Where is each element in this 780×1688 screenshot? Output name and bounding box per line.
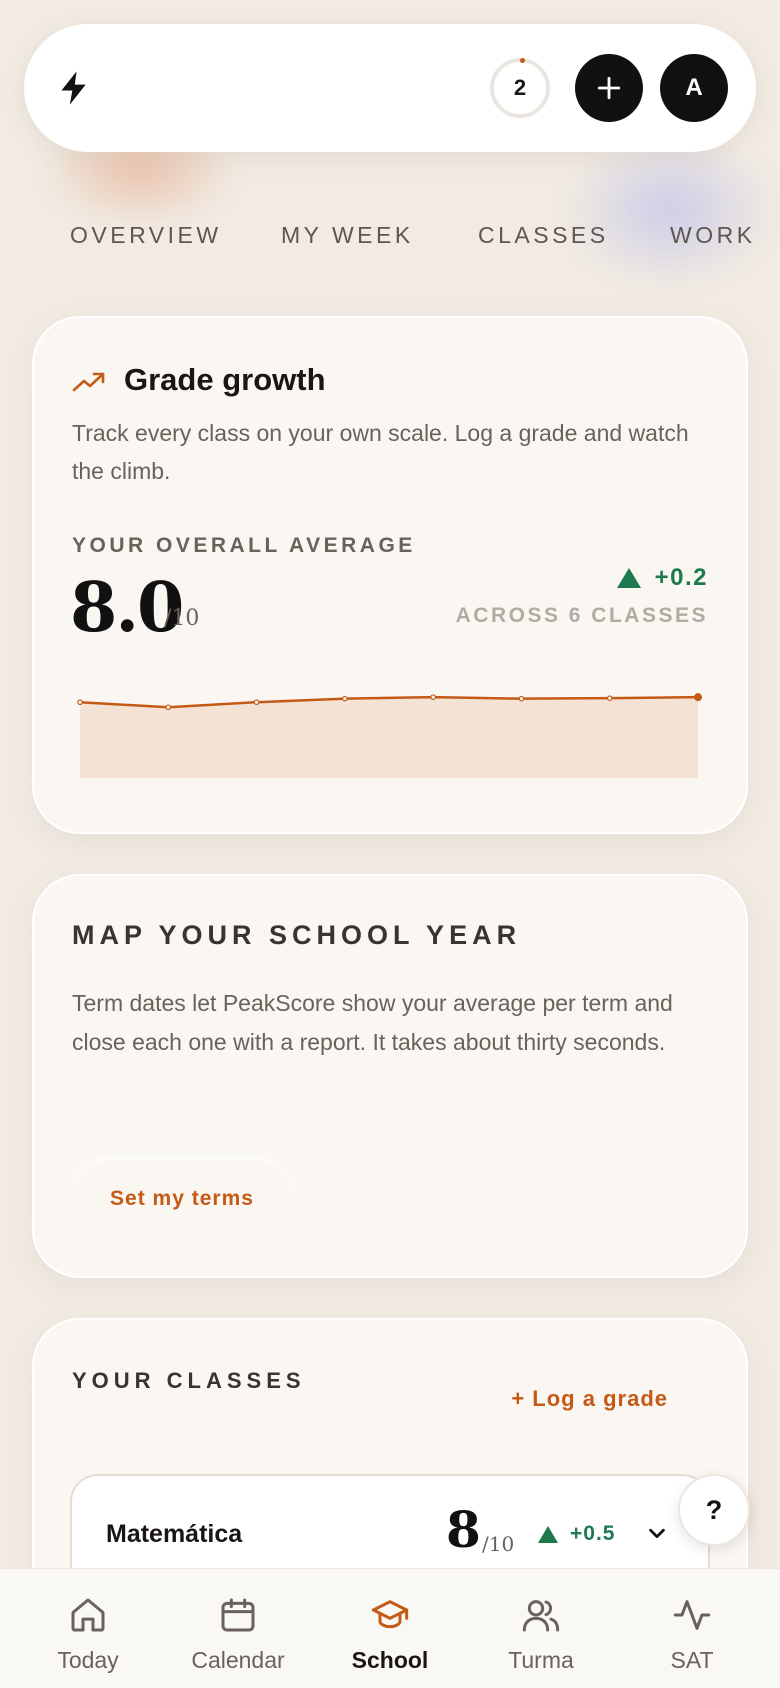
chart-point	[77, 699, 83, 706]
chart-point	[430, 694, 436, 700]
help-button[interactable]: ?	[678, 1474, 750, 1546]
grade-growth-card: Grade growth Track every class on your o…	[32, 316, 748, 834]
school-year-description: Term dates let PeakScore show your avera…	[72, 990, 673, 1055]
calendar-icon	[221, 1598, 255, 1632]
grade-growth-chart	[77, 693, 702, 778]
card-title: Grade growth	[124, 362, 326, 397]
classes-count: ACROSS 6 CLASSES	[455, 604, 708, 627]
avatar[interactable]: A	[660, 54, 728, 122]
nav-label: Turma	[508, 1647, 574, 1673]
class-scale: /10	[482, 1532, 515, 1556]
bottom-nav: Today Calendar School Turma SAT	[0, 1568, 780, 1688]
average-scale: /10	[164, 606, 200, 631]
chevron-down-icon[interactable]	[646, 1522, 668, 1544]
plus-icon	[597, 76, 621, 100]
background-glow-blue	[560, 130, 780, 290]
log-grade-button[interactable]: + Log a grade	[511, 1386, 668, 1412]
tab-classes[interactable]: CLASSES	[478, 222, 609, 249]
nav-label: Calendar	[191, 1647, 285, 1673]
chart-point	[342, 695, 348, 702]
chart-area	[80, 697, 698, 778]
tab-my-week[interactable]: MY WEEK	[281, 222, 414, 249]
chart-point	[253, 699, 260, 706]
tab-work[interactable]: WORK	[670, 222, 756, 249]
classes-title: YOUR CLASSES	[72, 1368, 306, 1393]
nav-item-turma[interactable]: Turma	[466, 1569, 616, 1688]
section-tabs: OVERVIEW MY WEEK CLASSES WORK	[0, 222, 780, 258]
nav-label: School	[351, 1647, 429, 1673]
chart-point	[694, 693, 702, 702]
graduation-cap-icon	[371, 1600, 409, 1629]
class-delta: +0.5	[538, 1522, 615, 1546]
school-year-title: MAP YOUR SCHOOL YEAR	[72, 920, 522, 950]
chart-point	[165, 704, 172, 711]
set-terms-button[interactable]: Set my terms	[72, 1158, 292, 1238]
average-overline: YOUR OVERALL AVERAGE	[72, 534, 416, 557]
nav-item-school[interactable]: School	[315, 1569, 465, 1688]
triangle-up-icon	[616, 568, 641, 588]
nav-item-today[interactable]: Today	[13, 1569, 163, 1688]
school-year-card: MAP YOUR SCHOOL YEAR Term dates let Peak…	[32, 874, 748, 1278]
nav-label: Today	[57, 1647, 119, 1673]
top-bar: 2 A	[24, 24, 756, 152]
users-icon	[522, 1600, 560, 1632]
nav-label: SAT	[670, 1647, 714, 1673]
card-description: Track every class on your own scale. Log…	[72, 420, 689, 484]
triangle-up-icon	[538, 1525, 558, 1543]
class-delta-value: +0.5	[570, 1522, 616, 1545]
tab-overview[interactable]: OVERVIEW	[70, 222, 222, 249]
home-icon	[71, 1598, 105, 1632]
trend-up-icon	[72, 372, 105, 392]
add-button[interactable]	[575, 54, 643, 122]
chart-point	[518, 695, 525, 702]
activity-icon	[673, 1600, 711, 1630]
nav-item-calendar[interactable]: Calendar	[163, 1569, 313, 1688]
class-name: Matemática	[106, 1520, 243, 1548]
nav-item-sat[interactable]: SAT	[617, 1569, 767, 1688]
notification-dot	[520, 58, 525, 63]
bolt-icon[interactable]	[54, 68, 94, 108]
notification-count: 2	[513, 75, 527, 100]
average-delta-value: +0.2	[654, 564, 708, 591]
avatar-initial: A	[685, 74, 703, 101]
notification-counter[interactable]: 2	[490, 58, 550, 118]
average-delta: +0.2	[616, 564, 708, 592]
class-grade: 8	[446, 1500, 481, 1559]
chart-point	[606, 695, 613, 701]
